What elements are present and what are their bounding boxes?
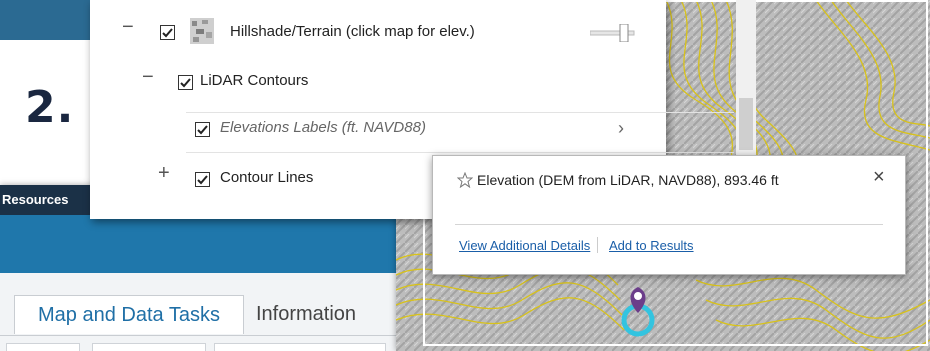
star-icon[interactable] — [457, 172, 473, 188]
collapse-icon[interactable]: − — [142, 66, 154, 89]
layer-checkbox-hillshade[interactable] — [160, 25, 175, 40]
layer-checkbox-elevation-labels[interactable] — [195, 122, 210, 137]
layer-label-hillshade: Hillshade/Terrain (click map for elev.) — [230, 23, 475, 40]
elevation-popup: Elevation (DEM from LiDAR, NAVD88), 893.… — [432, 155, 906, 275]
task-button[interactable] — [214, 343, 386, 351]
app-tab-bar: Map and Data Tasks Information — [0, 295, 400, 336]
layer-checkbox-contour-lines[interactable] — [195, 172, 210, 187]
checkmark-icon — [162, 28, 173, 38]
layer-label-lidar-contours: LiDAR Contours — [200, 72, 309, 89]
checkmark-icon — [197, 125, 208, 135]
row-divider — [186, 152, 734, 153]
popup-divider — [455, 224, 883, 225]
collapse-icon[interactable]: − — [122, 16, 134, 39]
link-separator — [597, 237, 598, 253]
add-to-results-link[interactable]: Add to Results — [609, 238, 694, 253]
expand-icon[interactable]: + — [158, 162, 170, 185]
scrollbar-thumb[interactable] — [739, 98, 753, 150]
raster-layer-icon — [190, 18, 214, 44]
view-additional-details-link[interactable]: View Additional Details — [459, 238, 590, 253]
checkmark-icon — [197, 175, 208, 185]
layer-label-contour-lines: Contour Lines — [220, 169, 314, 186]
tab-information[interactable]: Information — [256, 295, 356, 333]
app-banner — [0, 215, 400, 273]
resources-menu[interactable]: Resources — [2, 192, 68, 207]
checkmark-icon — [180, 78, 191, 88]
step-number: 2. — [25, 82, 75, 133]
task-button[interactable] — [92, 343, 206, 351]
popup-title: Elevation (DEM from LiDAR, NAVD88), 893.… — [477, 172, 779, 188]
layer-label-elevation-labels: Elevations Labels (ft. NAVD88) — [220, 119, 426, 136]
tab-map-and-data-tasks[interactable]: Map and Data Tasks — [14, 295, 244, 334]
task-button[interactable] — [6, 343, 80, 351]
opacity-slider[interactable] — [590, 24, 638, 42]
close-icon[interactable]: × — [873, 166, 885, 189]
chevron-right-icon[interactable]: › — [618, 113, 624, 143]
layer-checkbox-lidar-contours[interactable] — [178, 75, 193, 90]
